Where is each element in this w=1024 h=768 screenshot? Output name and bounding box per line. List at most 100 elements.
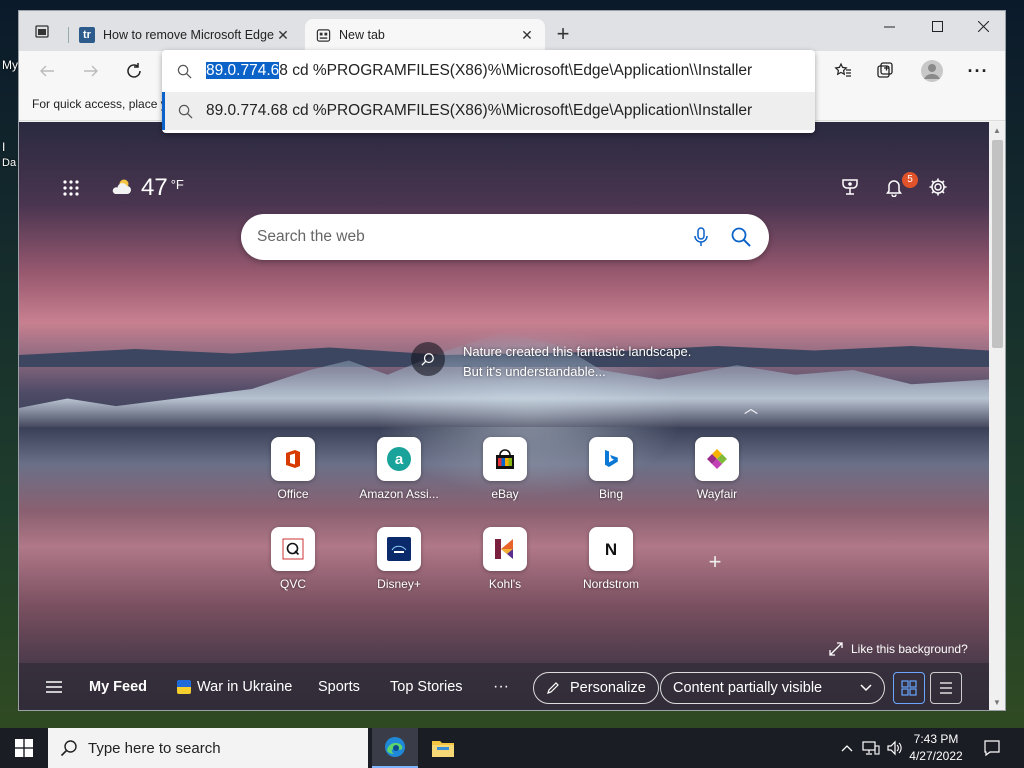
collections-icon[interactable] [871,57,899,85]
caption-line: Nature created this fantastic landscape. [463,344,692,359]
qvc-icon [271,527,315,571]
volume-icon[interactable] [884,728,906,768]
quick-link-label: QVC [279,577,306,591]
quick-link-amazon[interactable]: a Amazon Assi... [349,437,449,517]
tab-strip: tr How to remove Microsoft Edge ✕ New ta… [19,11,1005,51]
partly-cloudy-icon [111,178,133,199]
tab-actions-icon[interactable] [31,20,53,42]
quick-link-bing[interactable]: Bing [561,437,661,517]
microphone-icon[interactable] [681,227,721,247]
tab-title: How to remove Microsoft Edge [103,28,274,42]
content-visibility-dropdown[interactable]: Content partially visible [660,672,885,704]
weather-unit: °F [170,176,184,192]
ukraine-flag-icon [177,680,191,694]
wayfair-icon [695,437,739,481]
quick-link-qvc[interactable]: QVC [243,527,343,607]
add-quick-link-button[interactable]: + [705,551,725,573]
scrollbar-thumb[interactable] [992,140,1003,348]
app-launcher-icon[interactable] [57,174,85,202]
expand-icon [829,642,843,656]
background-caption[interactable]: Nature created this fantastic landscape.… [411,342,691,382]
tab-war-in-ukraine[interactable]: War in Ukraine [177,663,292,710]
grid-layout-button[interactable] [893,672,925,704]
tab-title: New tab [339,28,385,42]
rewards-icon[interactable] [837,174,863,200]
kohls-icon [483,527,527,571]
search-icon[interactable] [721,227,761,247]
quick-link-label: Nordstrom [582,577,639,591]
hamburger-menu-icon[interactable] [45,663,63,710]
quick-link-office[interactable]: Office [243,437,343,517]
desktop-label: Da [2,157,17,169]
search-icon [165,104,206,119]
desktop-label: I [2,140,6,154]
quick-link-label: Bing [598,487,624,501]
list-layout-button[interactable] [930,672,962,704]
like-background-link[interactable]: Like this background? [829,642,968,656]
close-icon[interactable]: ✕ [519,27,535,44]
chevron-up-icon[interactable]: ︿ [744,398,758,418]
disney-plus-icon [377,527,421,571]
quick-link-nordstrom[interactable]: N Nordstrom [561,527,661,607]
tab-my-feed[interactable]: My Feed [89,663,147,710]
more-feed-tabs-button[interactable]: ··· [493,663,509,710]
address-input[interactable]: 89.0.774.68 cd %PROGRAMFILES(X86)%\Micro… [162,52,815,90]
vertical-scrollbar[interactable]: ▲ ▼ [989,122,1005,710]
taskbar-clock[interactable]: 7:43 PM 4/27/2022 [904,731,968,765]
close-window-button[interactable] [960,11,1005,41]
refresh-button[interactable] [120,57,148,85]
network-icon[interactable] [860,728,882,768]
edge-taskbar-icon[interactable] [372,728,418,768]
chevron-up-icon[interactable] [838,728,856,768]
personalize-button[interactable]: Personalize [533,672,659,704]
tab-top-stories[interactable]: Top Stories [390,663,463,710]
newtab-icon [315,27,331,43]
close-icon[interactable]: ✕ [275,27,291,44]
new-tab-button[interactable]: + [551,23,575,47]
quick-link-ebay[interactable]: eBay [455,437,555,517]
settings-gear-icon[interactable] [925,174,951,200]
grid-icon [901,680,917,696]
back-button[interactable] [33,57,61,85]
file-explorer-icon[interactable] [420,728,466,768]
minimize-button[interactable] [866,11,912,41]
quick-link-wayfair[interactable]: Wayfair [667,437,767,517]
ebay-icon [483,437,527,481]
notification-center-icon[interactable] [978,728,1006,768]
quick-link-label: Amazon Assi... [359,487,439,501]
clock-time: 7:43 PM [913,732,959,746]
quick-link-label: Wayfair [696,487,738,501]
quick-link-disney[interactable]: Disney+ [349,527,449,607]
tab-how-to-remove-edge[interactable]: tr How to remove Microsoft Edge ✕ [69,19,301,51]
profile-avatar[interactable] [918,57,946,85]
windows-start-icon[interactable] [0,728,48,768]
browser-window: tr How to remove Microsoft Edge ✕ New ta… [18,10,1006,711]
svg-text:N: N [605,540,617,559]
weather-widget[interactable]: 47 °F [111,174,184,202]
web-search-box[interactable]: Search the web [241,214,769,260]
taskbar: Type here to search 7:43 PM 4/27/2022 [0,728,1024,768]
address-text: 89.0.774.68 cd %PROGRAMFILES(X86)%\Micro… [206,62,752,80]
maximize-button[interactable] [914,11,960,41]
scroll-down-arrow[interactable]: ▼ [993,698,1001,707]
search-input[interactable]: Search the web [241,228,681,246]
tab-sports[interactable]: Sports [318,663,360,710]
favorites-icon[interactable] [829,57,857,85]
scroll-up-arrow[interactable]: ▲ [993,126,1001,135]
omnibox-suggestion[interactable]: 89.0.774.68 cd %PROGRAMFILES(X86)%\Micro… [162,92,815,130]
chevron-down-icon [860,684,872,692]
taskbar-search[interactable]: Type here to search [48,728,368,768]
personalize-label: Personalize [570,680,646,696]
search-icon[interactable] [411,342,445,376]
like-background-text: Like this background? [851,642,968,656]
more-menu-icon[interactable]: ··· [964,57,992,85]
taskbar-search-input[interactable]: Type here to search [88,740,221,757]
forward-button[interactable] [77,57,105,85]
pencil-icon [547,682,559,694]
tab-new-tab[interactable]: New tab ✕ [305,19,545,51]
tab-favicon: tr [79,27,95,43]
quick-link-kohls[interactable]: Kohl's [455,527,555,607]
search-icon [162,64,206,79]
address-rest-text: 8 cd %PROGRAMFILES(X86)%\Microsoft\Edge\… [279,62,753,79]
bing-icon [589,437,633,481]
